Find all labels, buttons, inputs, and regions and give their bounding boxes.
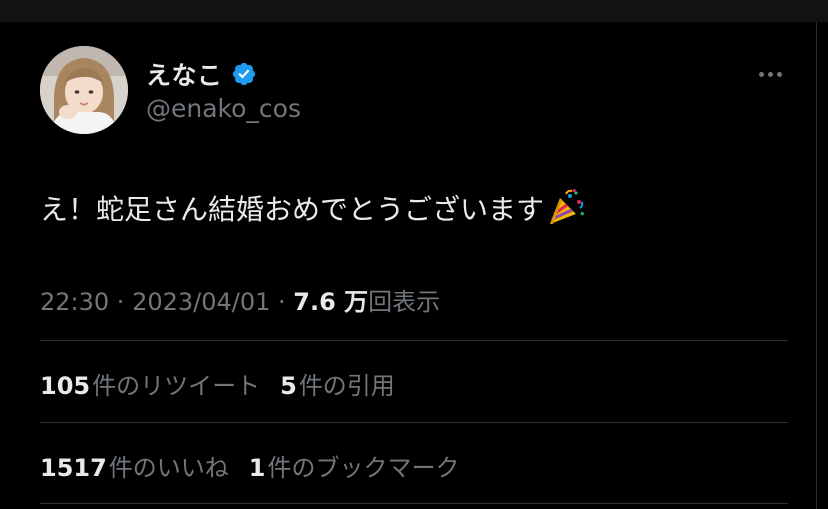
divider <box>40 340 788 341</box>
quotes-label: 件の引用 <box>298 372 395 400</box>
like-bookmark-stats: 1517 件のいいね 1 件のブックマーク <box>40 448 480 483</box>
retweet-quote-stats: 105 件のリツイート 5 件の引用 <box>40 366 415 401</box>
likes-label: 件のいいね <box>108 454 229 482</box>
avatar[interactable] <box>40 46 128 134</box>
tweet-time[interactable]: 22:30 <box>40 288 109 316</box>
party-popper-icon <box>550 188 585 224</box>
meta-separator: · <box>270 288 294 316</box>
bookmarks-count: 1 <box>248 454 266 482</box>
tweet-body: え！蛇足さん結婚おめでとうございます <box>40 188 586 228</box>
bookmarks-label: 件のブックマーク <box>267 454 460 482</box>
more-dot-icon <box>767 71 773 77</box>
tweet-text: え！蛇足さん結婚おめでとうございます <box>40 193 545 226</box>
more-dot-icon <box>776 71 782 77</box>
author-name-row: えなこ <box>146 56 257 92</box>
top-status-strip <box>0 0 828 22</box>
views-count[interactable]: 7.6 万 <box>293 288 368 316</box>
divider <box>40 422 788 423</box>
tweet-meta: 22:30 · 2023/04/01 · 7.6 万回表示 <box>40 282 440 317</box>
likes-stat[interactable]: 1517 件のいいね <box>40 448 229 483</box>
quotes-count: 5 <box>280 372 297 400</box>
retweets-label: 件のリツイート <box>92 372 261 400</box>
views-label: 回表示 <box>368 288 441 316</box>
bookmarks-stat[interactable]: 1 件のブックマーク <box>249 448 460 483</box>
meta-separator: · <box>109 288 133 316</box>
tweet-date[interactable]: 2023/04/01 <box>132 288 270 316</box>
more-options-button[interactable] <box>752 62 788 86</box>
quotes-stat[interactable]: 5 件の引用 <box>280 366 395 401</box>
retweets-stat[interactable]: 105 件のリツイート <box>40 366 260 401</box>
author-handle[interactable]: @enako_cos <box>146 94 301 123</box>
verified-badge-icon <box>232 62 255 86</box>
divider <box>40 503 788 504</box>
retweets-count: 105 <box>40 372 91 400</box>
author-display-name[interactable]: えなこ <box>146 56 223 92</box>
likes-count: 1517 <box>40 454 107 482</box>
more-dot-icon <box>758 71 764 77</box>
column-border <box>816 22 817 509</box>
